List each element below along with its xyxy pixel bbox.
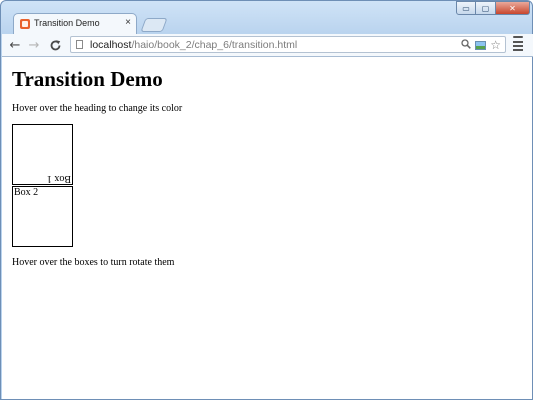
url-path: /haio/book_2/chap_6/transition.html [131, 39, 298, 51]
url-host: localhost [90, 39, 132, 51]
tab-title: Transition Demo [34, 18, 100, 28]
address-bar[interactable]: localhost/haio/book_2/chap_6/transition.… [70, 36, 506, 53]
intro-text: Hover over the heading to change its col… [12, 103, 183, 114]
box-1[interactable]: Box 1 [12, 124, 73, 185]
url-text[interactable]: localhost/haio/book_2/chap_6/transition.… [90, 38, 297, 52]
maximize-button[interactable]: ▢ [476, 1, 496, 15]
close-window-button[interactable]: ✕ [496, 1, 530, 15]
html-file-icon [20, 19, 30, 29]
page-content: Transition Demo Hover over the heading t… [2, 57, 532, 399]
magnifier-glyph [461, 38, 472, 49]
browser-toolbar: ← → localhost/haio/book_2/chap_6/transit… [2, 34, 533, 57]
tab-transition-demo[interactable]: Transition Demo × [13, 13, 137, 35]
tab-strip: Transition Demo × ▭ ▢ ✕ [1, 1, 533, 35]
page-heading[interactable]: Transition Demo [12, 67, 163, 92]
new-tab-button[interactable] [140, 18, 168, 32]
search-icon[interactable] [461, 38, 472, 52]
menu-button[interactable] [512, 36, 526, 53]
box-2[interactable]: Box 2 [12, 186, 73, 247]
omnibox-icons: ☆ [461, 38, 501, 52]
bookmark-star-icon[interactable]: ☆ [490, 38, 501, 52]
menu-bar-line [513, 49, 523, 51]
menu-bar-line [513, 41, 523, 43]
minimize-button[interactable]: ▭ [456, 1, 476, 15]
footer-text: Hover over the boxes to turn rotate them [12, 257, 175, 268]
image-icon[interactable] [475, 40, 487, 50]
update-badge-icon [513, 36, 523, 38]
forward-button[interactable]: → [26, 36, 42, 54]
tab-close-icon[interactable]: × [125, 17, 131, 28]
browser-window: Transition Demo × ▭ ▢ ✕ ← → localhost/ha… [0, 0, 533, 400]
reload-icon [50, 39, 60, 50]
menu-bar-line [513, 45, 523, 47]
back-button[interactable]: ← [7, 36, 23, 54]
page-icon [76, 40, 83, 49]
reload-button[interactable] [47, 36, 63, 54]
window-controls: ▭ ▢ ✕ [456, 1, 530, 15]
